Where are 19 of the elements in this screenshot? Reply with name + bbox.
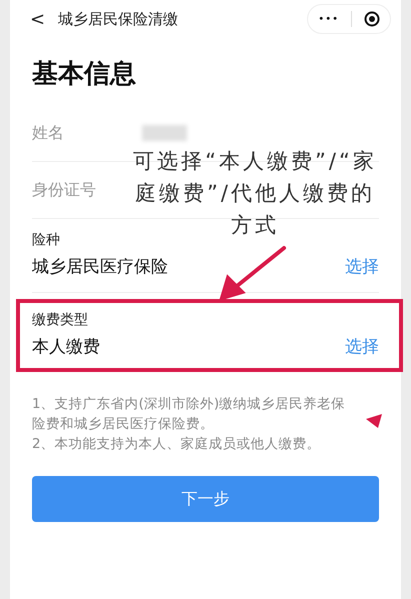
close-icon[interactable] — [364, 11, 380, 27]
field-value: 城乡居民医疗保险 — [32, 256, 168, 278]
annotation-text: 可选择“本人缴费”/“家庭缴费”/代他人缴费的方式 — [132, 148, 378, 239]
field-label: 缴费类型 — [32, 311, 89, 329]
select-link[interactable]: 选择 — [345, 255, 379, 278]
next-button[interactable]: 下一步 — [32, 476, 379, 522]
triangle-mark — [366, 414, 382, 428]
back-icon[interactable]: < — [30, 8, 58, 30]
select-link[interactable]: 选择 — [345, 335, 379, 358]
note-text: 1、支持广东省内(深圳市除外)缴纳城乡居民养老保险费和城乡居民医疗保险费。 — [32, 395, 346, 434]
section-heading: 基本信息 — [32, 58, 137, 91]
field-label: 姓名 — [32, 122, 65, 144]
more-icon[interactable]: ••• — [318, 14, 339, 24]
field-label: 险种 — [32, 231, 61, 249]
note-text: 2、本功能支持为本人、家庭成员或他人缴费。 — [32, 435, 322, 454]
redacted-value — [142, 125, 187, 141]
page-title: 城乡居民保险清缴 — [58, 10, 179, 28]
field-label: 身份证号 — [32, 180, 97, 200]
field-value: 本人缴费 — [32, 336, 100, 358]
